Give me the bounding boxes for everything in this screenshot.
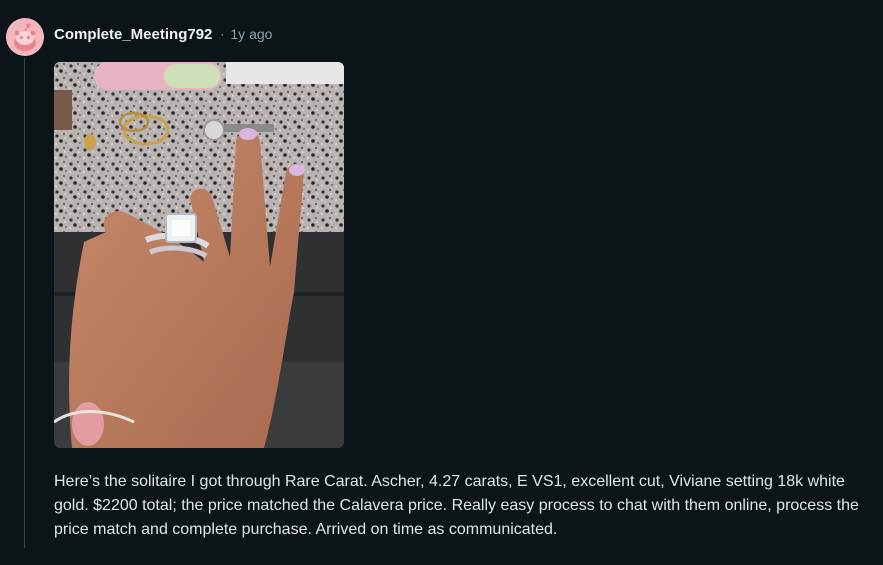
- comment-image[interactable]: [54, 62, 344, 448]
- thread-line[interactable]: [24, 58, 25, 548]
- user-avatar[interactable]: [6, 18, 44, 56]
- ring-photo: [54, 62, 344, 448]
- comment-body: Here’s the solitaire I got through Rare …: [54, 473, 859, 538]
- comment-header: Complete_Meeting792 · 1y ago: [54, 24, 272, 44]
- comment-timestamp[interactable]: 1y ago: [230, 26, 272, 42]
- comment: Complete_Meeting792 · 1y ago Here’s the …: [0, 0, 883, 565]
- meta-separator: ·: [220, 27, 225, 41]
- snoo-avatar-icon: [6, 18, 44, 56]
- author-name[interactable]: Complete_Meeting792: [54, 26, 212, 43]
